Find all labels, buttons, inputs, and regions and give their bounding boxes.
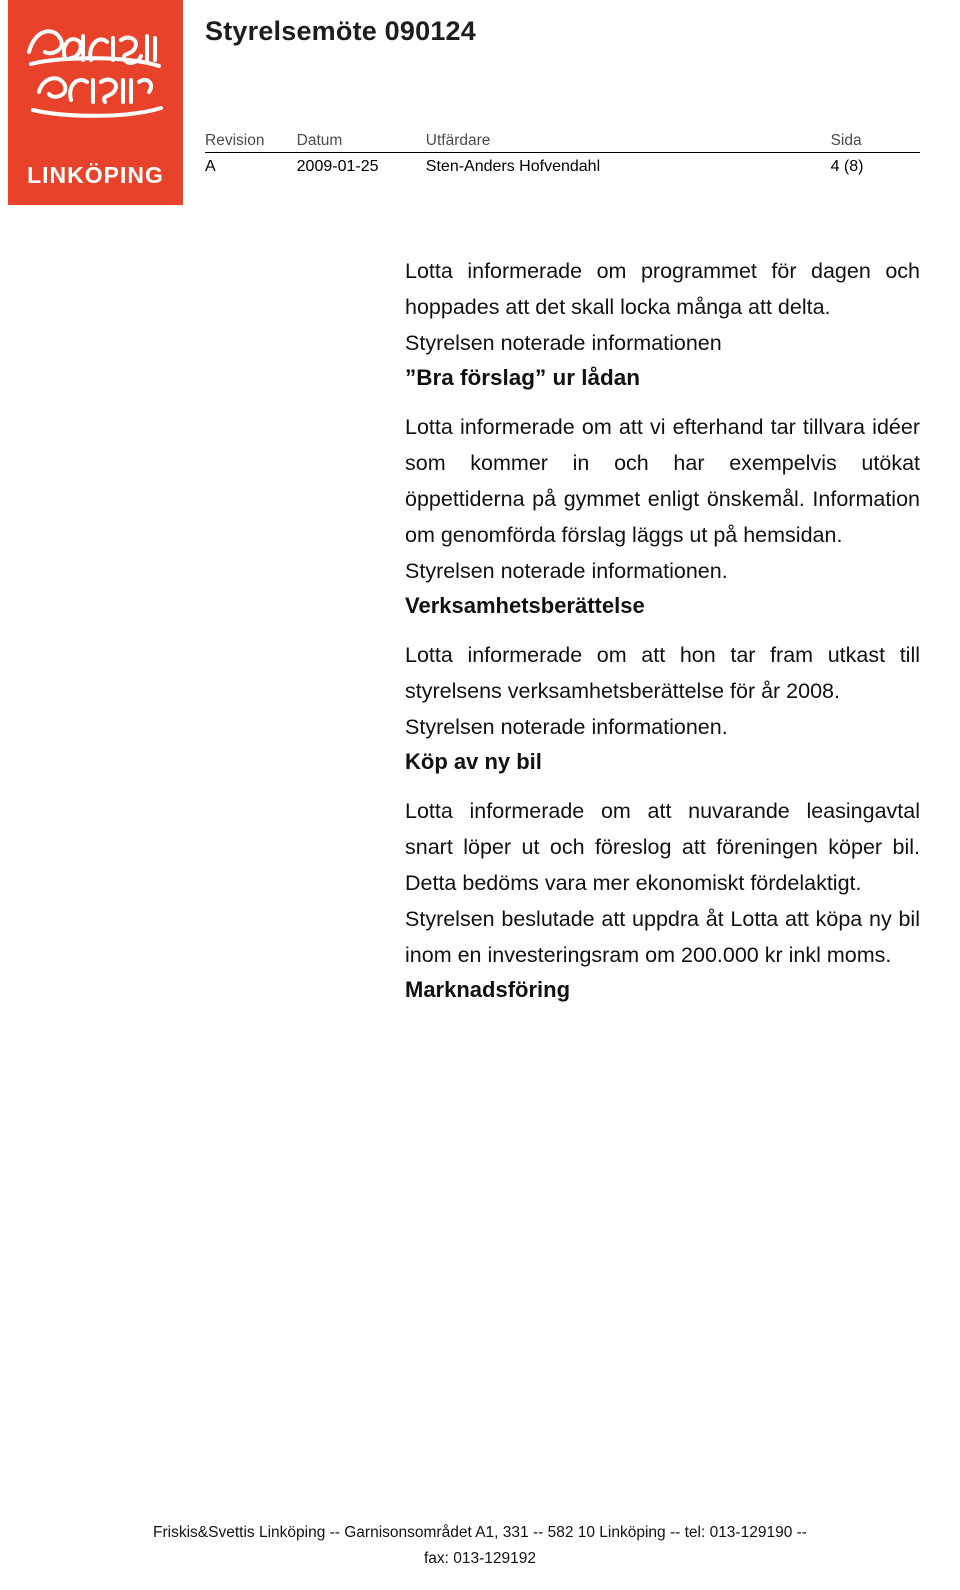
heading-marknadsforing: Marknadsföring: [405, 977, 571, 1002]
revision-meta-table: Revision Datum Utfärdare Sida A 2009-01-…: [205, 132, 920, 176]
paragraph-styrelsen-noterade-1: Styrelsen noterade informationen: [405, 331, 722, 355]
paragraph-verksamhetsberattelse: Lotta informerade om att hon tar fram ut…: [405, 643, 920, 703]
logo-city-label: LINKÖPING: [27, 162, 164, 188]
paragraph-styrelsen-beslutade: Styrelsen beslutade att uppdra åt Lotta …: [405, 907, 920, 967]
friskis-svettis-logo-icon: [21, 18, 171, 138]
paragraph-kop-av-ny-bil: Lotta informerade om att nuvarande leasi…: [405, 799, 920, 895]
paragraph-styrelsen-noterade-2: Styrelsen noterade informationen.: [405, 559, 728, 583]
meta-header-row: Revision Datum Utfärdare Sida: [205, 132, 920, 153]
meta-value-utfardare: Sten-Anders Hofvendahl: [425, 158, 601, 175]
paragraph-bra-forslag: Lotta informerade om att vi efterhand ta…: [405, 415, 920, 547]
document-footer: Friskis&Svettis Linköping -- Garnisonsom…: [0, 1520, 960, 1572]
page-title: Styrelsemöte 090124: [205, 16, 476, 46]
paragraph-program-dagen: Lotta informerade om programmet för dage…: [405, 259, 920, 319]
document-header: LINKÖPING Styrelsemöte 090124 Revision D…: [0, 0, 960, 210]
meta-col-utfardare: Utfärdare: [425, 132, 823, 153]
logo-block: LINKÖPING: [8, 0, 183, 205]
document-body: Lotta informerade om programmet för dage…: [405, 253, 920, 1021]
paragraph-styrelsen-noterade-3: Styrelsen noterade informationen.: [405, 715, 728, 739]
heading-kop-av-ny-bil: Köp av ny bil: [405, 749, 542, 774]
meta-value-row: A 2009-01-25 Sten-Anders Hofvendahl 4 (8…: [205, 153, 920, 177]
footer-line-1: Friskis&Svettis Linköping -- Garnisonsom…: [153, 1524, 807, 1541]
meta-value-sida: 4 (8): [830, 158, 864, 175]
footer-line-2: fax: 013-129192: [423, 1550, 537, 1567]
heading-bra-forslag: ”Bra förslag” ur lådan: [405, 365, 641, 390]
heading-verksamhetsberattelse: Verksamhetsberättelse: [405, 593, 645, 618]
header-right: Styrelsemöte 090124 Revision Datum Utfär…: [205, 0, 940, 176]
meta-value-revision: A: [205, 158, 216, 175]
meta-col-datum: Datum: [296, 132, 426, 153]
meta-col-revision: Revision: [205, 132, 297, 153]
meta-col-sida: Sida: [822, 132, 920, 153]
meta-value-datum: 2009-01-25: [296, 158, 379, 175]
